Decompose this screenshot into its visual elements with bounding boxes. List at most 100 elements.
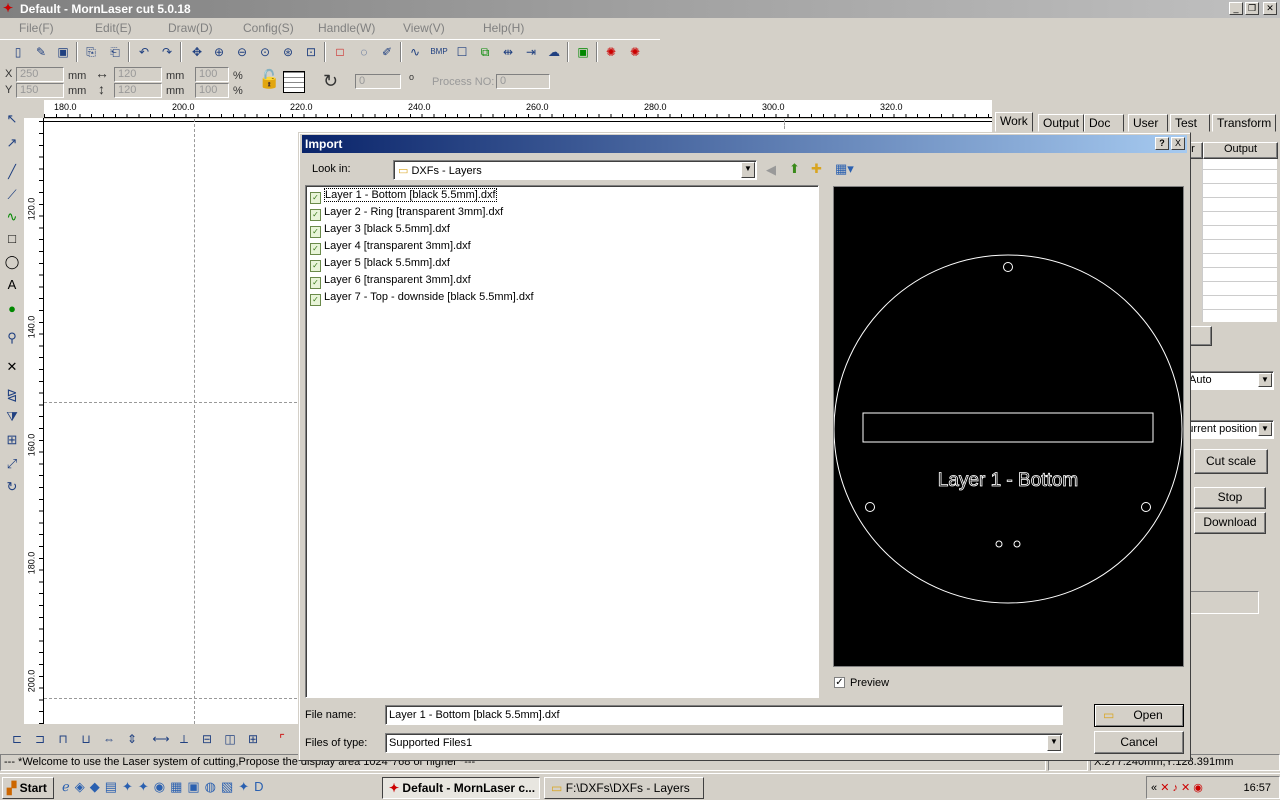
task-mornlaser[interactable]: ✦ Default - MornLaser c... xyxy=(382,777,540,799)
mirror-h-icon[interactable]: ⧎ xyxy=(3,386,21,404)
undo-icon[interactable]: ↶ xyxy=(135,43,153,61)
position-tool-icon[interactable]: ⚲ xyxy=(3,329,21,347)
tray-icons[interactable]: ✕ ♪ ✕ ◉ xyxy=(1160,782,1203,794)
rotation-field[interactable]: 0 xyxy=(355,74,401,89)
tab-doc[interactable]: Doc xyxy=(1084,114,1124,132)
help-button[interactable]: ? xyxy=(1155,137,1169,150)
bmp-icon[interactable]: BMP xyxy=(430,43,448,61)
node-edit-icon[interactable]: ↗ xyxy=(3,134,21,152)
knife-icon[interactable]: ✐ xyxy=(378,43,396,61)
preview-checkbox[interactable]: ✓ xyxy=(834,677,845,688)
files-of-type-select[interactable]: Supported Files1 ▼ xyxy=(385,733,1063,753)
zoom-all-icon[interactable]: ⊛ xyxy=(279,43,297,61)
save-icon[interactable]: ▣ xyxy=(54,43,72,61)
menu-view[interactable]: View(V) xyxy=(403,21,445,35)
line-tool-icon[interactable]: ╱ xyxy=(3,163,21,181)
tab-transform[interactable]: Transform xyxy=(1212,114,1277,132)
select-tool-icon[interactable]: ↖ xyxy=(3,110,21,128)
stop-button[interactable]: Stop xyxy=(1194,487,1266,509)
file-item[interactable]: ✓ Layer 1 - Bottom [black 5.5mm].dxf xyxy=(310,188,497,206)
scale-x-field[interactable]: 100 xyxy=(195,67,229,82)
array-icon[interactable]: ⊞ xyxy=(3,431,21,449)
tab-work[interactable]: Work xyxy=(995,112,1033,132)
start-button[interactable]: ▞ Start xyxy=(2,777,54,799)
mirror-v-icon[interactable]: ⧩ xyxy=(3,408,21,426)
rotate-tool-icon[interactable]: ↻ xyxy=(3,478,21,496)
new-icon[interactable]: ▯ xyxy=(9,43,27,61)
download-button[interactable]: Download xyxy=(1194,512,1266,534)
layer-table[interactable]: r Output xyxy=(1183,142,1278,322)
import-icon[interactable]: ⎘ xyxy=(82,43,100,61)
outline-icon[interactable]: ☁ xyxy=(545,43,563,61)
menu-help[interactable]: Help(H) xyxy=(483,21,524,35)
height-field[interactable]: 120 xyxy=(114,83,162,98)
export-icon[interactable]: ⎗ xyxy=(106,43,124,61)
task-explorer[interactable]: ▭ F:\DXFs\DXFs - Layers xyxy=(544,777,704,799)
polyline-tool-icon[interactable]: ⟋ xyxy=(3,186,21,204)
same-width-icon[interactable]: ⟷ xyxy=(152,730,170,748)
laser-1-icon[interactable]: ✺ xyxy=(602,43,620,61)
file-item[interactable]: ✓ Layer 6 [transparent 3mm].dxf xyxy=(310,274,471,291)
align-right-icon[interactable]: ⊐ xyxy=(31,730,49,748)
view-menu-icon[interactable]: ▦▾ xyxy=(835,161,854,177)
open-icon[interactable]: ✎ xyxy=(32,43,50,61)
tab-test[interactable]: Test xyxy=(1170,114,1210,132)
tab-user[interactable]: User xyxy=(1128,114,1168,132)
zoom-in-icon[interactable]: ⊕ xyxy=(210,43,228,61)
minimize-button[interactable]: _ xyxy=(1229,2,1243,15)
process-no-field[interactable]: 0 xyxy=(496,74,550,89)
new-folder-icon[interactable]: ✚ xyxy=(811,161,822,177)
laser-2-icon[interactable]: ✺ xyxy=(626,43,644,61)
monitor-icon[interactable]: ▣ xyxy=(574,43,592,61)
cut-scale-button[interactable]: Cut scale xyxy=(1194,449,1268,474)
width-field[interactable]: 120 xyxy=(114,67,162,82)
tray-expand-icon[interactable]: « xyxy=(1151,782,1157,794)
distribute-h-icon[interactable]: ⊟ xyxy=(198,730,216,748)
zoom-page-icon[interactable]: ⊙ xyxy=(256,43,274,61)
position-select[interactable]: Current position ▼ xyxy=(1182,420,1274,439)
align-bottom-icon[interactable]: ⊔ xyxy=(77,730,95,748)
align-icon[interactable]: ⇹ xyxy=(499,43,517,61)
point-tool-icon[interactable]: ● xyxy=(3,300,21,318)
node-icon[interactable]: ◌ xyxy=(355,43,373,61)
pan-icon[interactable]: ✥ xyxy=(188,43,206,61)
select-box-icon[interactable]: □ xyxy=(331,43,349,61)
file-item[interactable]: ✓ Layer 2 - Ring [transparent 3mm].dxf xyxy=(310,206,503,223)
tab-output[interactable]: Output xyxy=(1038,114,1085,132)
scale-y-field[interactable]: 100 xyxy=(195,83,229,98)
move-icon[interactable]: ⇥ xyxy=(522,43,540,61)
maximize-button[interactable]: ❐ xyxy=(1245,2,1259,15)
zoom-select-icon[interactable]: ⊡ xyxy=(302,43,320,61)
menu-file[interactable]: File(F) xyxy=(19,21,54,35)
file-name-input[interactable]: Layer 1 - Bottom [black 5.5mm].dxf xyxy=(385,705,1063,725)
curve-icon[interactable]: ∿ xyxy=(406,43,424,61)
text-tool-icon[interactable]: A xyxy=(3,276,21,294)
back-icon[interactable]: ◀ xyxy=(766,162,776,178)
lock-icon[interactable]: 🔓 xyxy=(258,69,280,90)
file-item[interactable]: ✓ Layer 5 [black 5.5mm].dxf xyxy=(310,257,450,274)
quick-launch-icons[interactable]: ℯ◈◆▤✦✦◉▦▣◍▧✦D xyxy=(62,779,269,795)
scale-tool-icon[interactable]: ⤢ xyxy=(3,455,21,473)
redo-icon[interactable]: ↷ xyxy=(158,43,176,61)
menu-edit[interactable]: Edit(E) xyxy=(95,21,132,35)
same-height-icon[interactable]: ⟂ xyxy=(175,730,193,748)
look-in-select[interactable]: ▭ DXFs - Layers ▼ xyxy=(393,160,757,180)
file-item[interactable]: ✓ Layer 3 [black 5.5mm].dxf xyxy=(310,223,450,240)
rectangle-tool-icon[interactable]: □ xyxy=(3,230,21,248)
file-list[interactable]: ✓ Layer 1 - Bottom [black 5.5mm].dxf ✓ Lay… xyxy=(305,185,819,698)
anchor-grid-icon[interactable] xyxy=(283,71,305,93)
align-top-icon[interactable]: ⊓ xyxy=(54,730,72,748)
zoom-out-icon[interactable]: ⊖ xyxy=(233,43,251,61)
frame-icon[interactable]: ☐ xyxy=(453,43,471,61)
up-folder-icon[interactable]: ⬆ xyxy=(789,161,800,177)
y-field[interactable]: 150 xyxy=(16,83,64,98)
open-button[interactable]: ▭ Open xyxy=(1094,704,1184,727)
mode-select[interactable]: Auto ▼ xyxy=(1182,371,1274,390)
x-field[interactable]: 250 xyxy=(16,67,64,82)
dialog-close-button[interactable]: X xyxy=(1171,137,1185,150)
delete-tool-icon[interactable]: ✕ xyxy=(3,358,21,376)
menu-config[interactable]: Config(S) xyxy=(243,21,294,35)
align-left-icon[interactable]: ⊏ xyxy=(8,730,26,748)
file-item[interactable]: ✓ Layer 7 - Top - downside [black 5.5mm].… xyxy=(310,291,534,308)
cancel-button[interactable]: Cancel xyxy=(1094,731,1184,754)
